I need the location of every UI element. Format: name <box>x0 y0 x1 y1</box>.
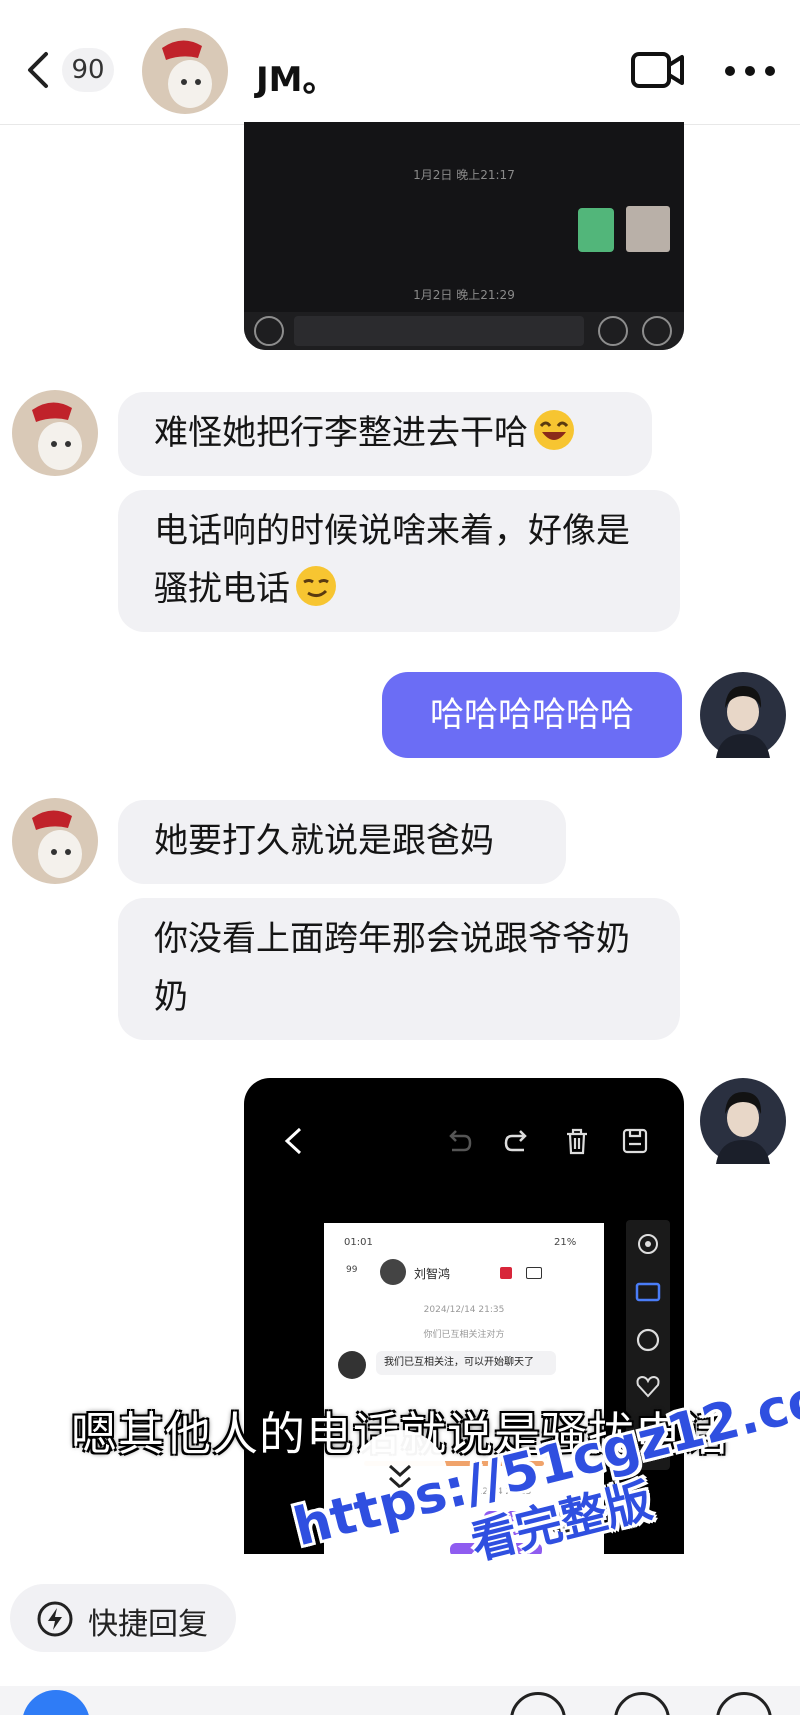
video-camera-icon <box>631 52 684 88</box>
outgoing-message-bubble[interactable]: 哈哈哈哈哈哈 <box>382 672 682 758</box>
message-text: 电话响的时候说啥来着，好像是骚扰电话 <box>154 511 630 609</box>
more-options-button[interactable] <box>722 56 778 86</box>
status-battery: 21% <box>554 1237 577 1248</box>
inner-gift-icon <box>500 1267 512 1279</box>
inner-date: 2024/12/14 21:35 <box>423 1305 505 1315</box>
status-time: 01:01 <box>344 1237 373 1248</box>
quick-reply-label: 快捷回复 <box>88 1607 208 1642</box>
message-text: 难怪她把行李整进去干哈 <box>154 413 528 453</box>
inner-video-icon <box>526 1267 542 1279</box>
emoji-picker-icon[interactable] <box>510 1692 566 1715</box>
contact-avatar[interactable] <box>142 28 228 114</box>
smirk-emoji <box>296 566 336 606</box>
user-avatar[interactable] <box>700 1078 786 1164</box>
image-input-field <box>294 316 584 346</box>
contact-name: JM。 <box>256 60 337 100</box>
incoming-message-bubble[interactable]: 难怪她把行李整进去干哈 <box>118 392 652 476</box>
quick-reply-button[interactable]: 快捷回复 <box>10 1584 236 1652</box>
circle-icon <box>636 1328 660 1352</box>
inner-contact-name: 刘智鸿 <box>414 1267 451 1281</box>
video-call-button[interactable] <box>630 48 686 92</box>
heart-icon <box>636 1375 660 1398</box>
chevron-left-icon <box>28 52 48 88</box>
image-input-bar <box>244 312 684 350</box>
emoji-icon <box>598 316 628 346</box>
more-dots-icon <box>725 66 775 76</box>
inner-avatar <box>380 1259 406 1285</box>
plus-icon <box>642 316 672 346</box>
chat-header: 90 JM。 <box>0 0 800 125</box>
chevron-left-icon <box>284 1127 302 1155</box>
lightning-icon <box>37 1601 73 1637</box>
incoming-message-bubble[interactable]: 你没看上面跨年那会说跟爷爷奶奶 <box>118 898 680 1040</box>
brush-icon <box>638 1234 658 1254</box>
inner-message: 我们已互相关注，可以开始聊天了 <box>376 1351 556 1375</box>
undo-icon <box>449 1130 472 1152</box>
trash-icon <box>567 1128 587 1155</box>
inner-avatar <box>338 1351 366 1379</box>
image-timestamp: 1月2日 晚上21:17 <box>413 168 515 182</box>
rectangle-icon <box>635 1282 661 1302</box>
contact-avatar[interactable] <box>12 798 98 884</box>
image-timestamp: 1月2日 晚上21:29 <box>413 288 515 302</box>
incoming-message-bubble[interactable]: 她要打久就说是跟爸妈 <box>118 800 566 884</box>
inner-notice: 你们已互相关注对方 <box>423 1330 505 1340</box>
image-picker-icon[interactable] <box>614 1692 670 1715</box>
back-button[interactable] <box>24 50 54 90</box>
contact-avatar[interactable] <box>12 390 98 476</box>
incoming-message-bubble[interactable]: 电话响的时候说啥来着，好像是骚扰电话 <box>118 490 680 632</box>
save-icon <box>622 1128 648 1154</box>
unread-count-badge[interactable]: 90 <box>62 48 114 92</box>
inner-unread-count: 99 <box>346 1265 358 1275</box>
message-input-bar[interactable] <box>0 1686 800 1715</box>
redo-icon <box>504 1130 527 1152</box>
avatar-thumbnail <box>626 206 670 252</box>
voice-input-icon[interactable] <box>22 1690 90 1715</box>
laughing-emoji <box>534 410 574 450</box>
plus-menu-icon[interactable] <box>716 1692 772 1715</box>
green-bubble-thumbnail <box>578 208 614 252</box>
user-avatar[interactable] <box>700 672 786 758</box>
voice-icon <box>254 316 284 346</box>
image-message-screenshot-1[interactable]: 1月2日 晚上21:17 1月2日 晚上21:29 <box>244 122 684 350</box>
